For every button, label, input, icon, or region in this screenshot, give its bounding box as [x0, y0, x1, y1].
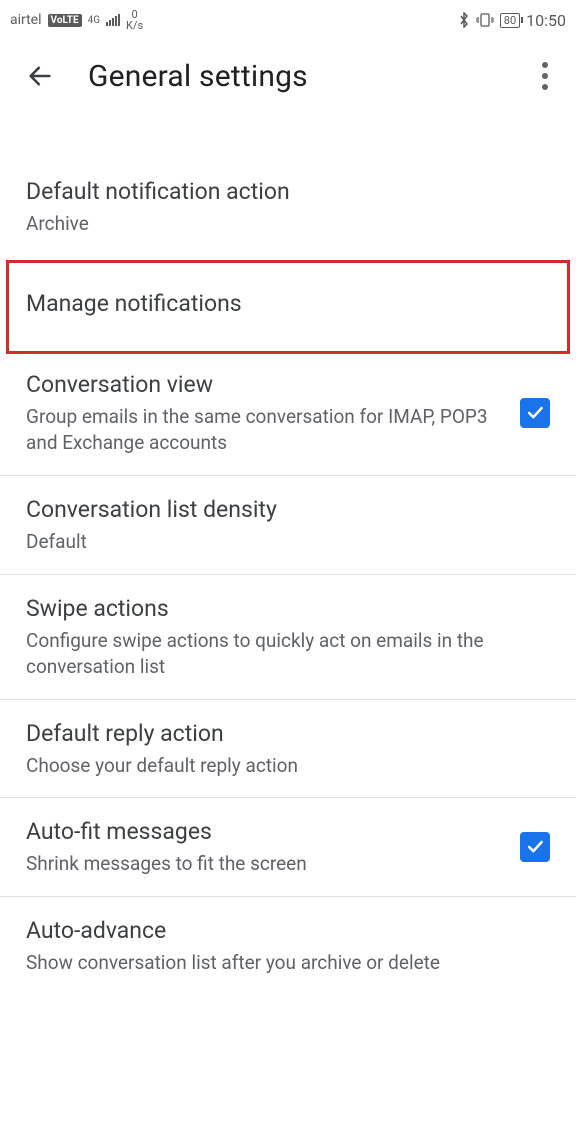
setting-conversation-list-density[interactable]: Conversation list density Default	[0, 476, 576, 574]
vibrate-icon	[476, 13, 494, 27]
setting-title: Conversation view	[26, 369, 502, 400]
overflow-menu-button[interactable]	[534, 54, 556, 98]
setting-title: Default notification action	[26, 176, 550, 207]
setting-auto-fit-messages[interactable]: Auto-fit messages Shrink messages to fit…	[0, 798, 576, 896]
setting-swipe-actions[interactable]: Swipe actions Configure swipe actions to…	[0, 575, 576, 699]
setting-default-reply-action[interactable]: Default reply action Choose your default…	[0, 700, 576, 798]
setting-subtitle: Choose your default reply action	[26, 753, 550, 780]
setting-title: Swipe actions	[26, 593, 550, 624]
setting-title: Default reply action	[26, 718, 550, 749]
setting-manage-notifications[interactable]: Manage notifications	[0, 256, 576, 351]
setting-auto-advance[interactable]: Auto-advance Show conversation list afte…	[0, 897, 576, 995]
setting-subtitle: Group emails in the same conversation fo…	[26, 404, 502, 457]
arrow-left-icon	[26, 62, 54, 90]
page-title: General settings	[88, 59, 506, 94]
setting-subtitle: Default	[26, 529, 550, 556]
more-vert-icon	[542, 62, 548, 68]
status-left: airtel VoLTE 4G 0 K/s	[10, 9, 143, 31]
clock: 10:50	[526, 11, 566, 30]
conversation-view-checkbox[interactable]	[520, 398, 550, 428]
status-right: 80 10:50	[458, 11, 566, 30]
settings-list: Default notification action Archive Mana…	[0, 112, 576, 995]
setting-default-notification-action[interactable]: Default notification action Archive	[0, 158, 576, 256]
bluetooth-icon	[458, 12, 470, 28]
status-bar: airtel VoLTE 4G 0 K/s 80 10:50	[0, 0, 576, 40]
back-button[interactable]	[20, 56, 60, 96]
network-label: 4G	[88, 15, 100, 26]
setting-title: Manage notifications	[26, 288, 550, 319]
signal-icon	[106, 14, 120, 26]
auto-fit-checkbox[interactable]	[520, 832, 550, 862]
check-icon	[525, 403, 545, 423]
setting-conversation-view[interactable]: Conversation view Group emails in the sa…	[0, 351, 576, 475]
battery-indicator: 80	[500, 13, 520, 28]
carrier-label: airtel	[10, 12, 42, 28]
net-speed: 0 K/s	[126, 9, 143, 31]
setting-title: Conversation list density	[26, 494, 550, 525]
app-bar: General settings	[0, 40, 576, 112]
setting-subtitle: Show conversation list after you archive…	[26, 950, 550, 977]
setting-subtitle: Shrink messages to fit the screen	[26, 851, 502, 878]
check-icon	[525, 837, 545, 857]
setting-subtitle: Archive	[26, 211, 550, 238]
setting-title: Auto-advance	[26, 915, 550, 946]
setting-title: Auto-fit messages	[26, 816, 502, 847]
volte-badge: VoLTE	[48, 14, 82, 27]
setting-subtitle: Configure swipe actions to quickly act o…	[26, 628, 550, 681]
